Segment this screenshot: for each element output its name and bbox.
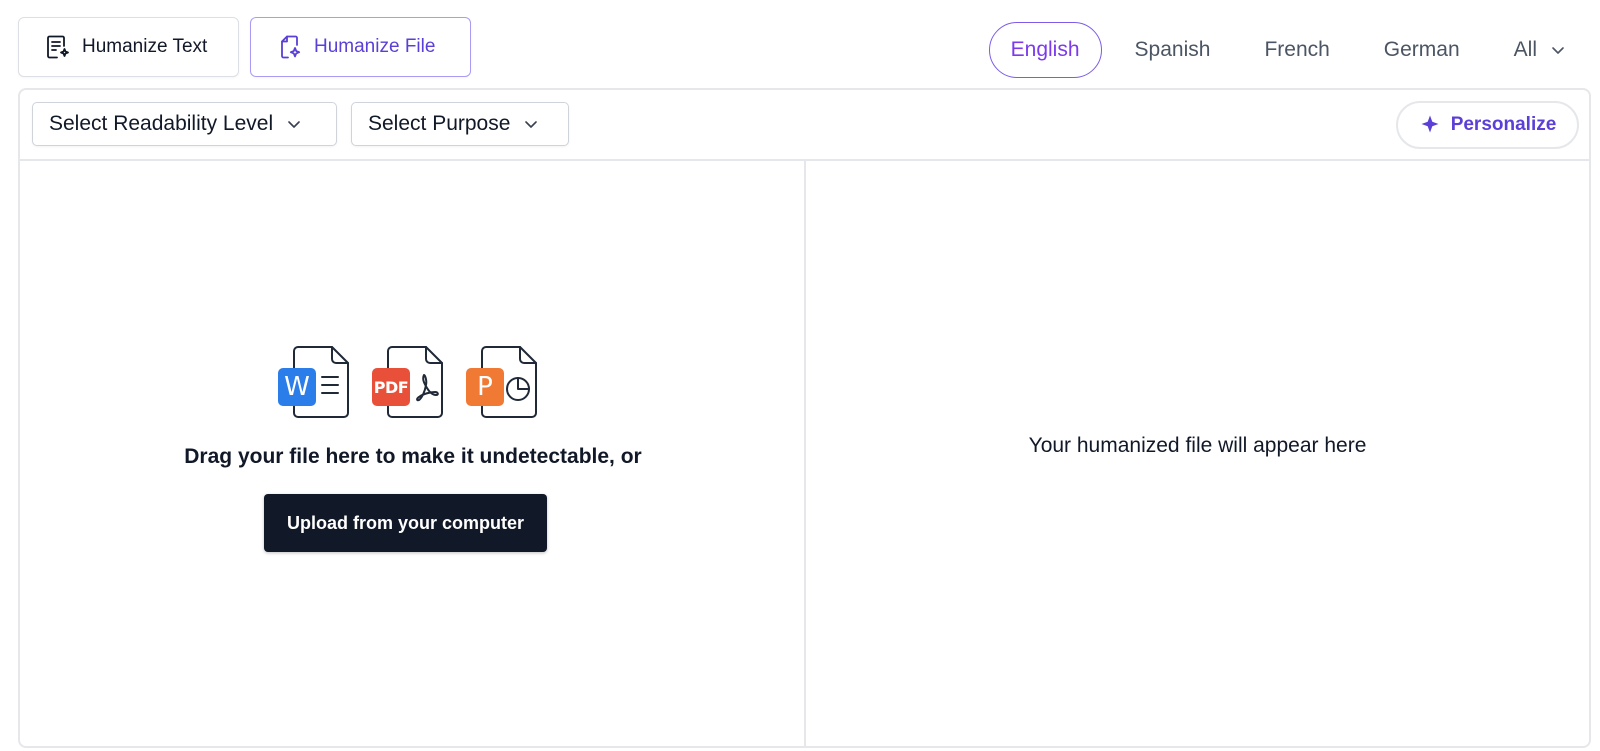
powerpoint-file-icon: P	[466, 345, 538, 419]
language-label: Spanish	[1134, 38, 1211, 61]
pdf-file-icon: PDF	[372, 345, 444, 419]
language-tab-english[interactable]: English	[988, 22, 1102, 78]
language-tab-french[interactable]: French	[1243, 22, 1350, 78]
output-placeholder: Your humanized file will appear here	[1028, 434, 1367, 457]
chevron-down-icon	[288, 121, 300, 128]
upload-dropzone[interactable]: W PDF P Drag your file here to make it u…	[20, 161, 806, 746]
readability-level-label: Select Readability Level	[49, 112, 274, 135]
language-label: French	[1264, 38, 1330, 61]
drag-instructions: Drag your file here to make it undetecta…	[184, 445, 642, 468]
humanize-text-label: Humanize Text	[82, 36, 208, 57]
purpose-label: Select Purpose	[368, 112, 511, 135]
content-area: W PDF P Drag your file here to make it u…	[20, 161, 1589, 746]
output-pane: Your humanized file will appear here	[806, 161, 1589, 746]
pdf-badge: PDF	[372, 368, 410, 406]
mode-tabs: Humanize Text Humanize File	[18, 17, 471, 77]
humanize-file-label: Humanize File	[314, 36, 436, 57]
language-dropdown-all[interactable]: All	[1493, 22, 1582, 78]
humanizer-panel: Select Readability Level Select Purpose …	[18, 88, 1591, 748]
sparkle-icon	[1421, 115, 1439, 133]
readability-level-select[interactable]: Select Readability Level	[32, 102, 337, 146]
word-file-icon: W	[278, 345, 350, 419]
humanize-text-tab[interactable]: Humanize Text	[18, 17, 239, 77]
word-badge: W	[278, 368, 316, 406]
purpose-select[interactable]: Select Purpose	[351, 102, 569, 146]
powerpoint-badge: P	[466, 368, 504, 406]
language-label: English	[1010, 38, 1080, 61]
humanize-file-tab[interactable]: Humanize File	[250, 17, 471, 77]
language-tab-german[interactable]: German	[1363, 22, 1481, 78]
document-sparkle-icon	[47, 35, 69, 59]
personalize-button[interactable]: Personalize	[1396, 101, 1579, 149]
personalize-label: Personalize	[1450, 114, 1557, 135]
chevron-down-icon	[1552, 47, 1564, 54]
language-all-label: All	[1513, 38, 1537, 61]
chevron-down-icon	[525, 121, 538, 128]
file-sparkle-icon	[281, 35, 301, 59]
language-tab-spanish[interactable]: Spanish	[1114, 22, 1232, 78]
upload-from-computer-button[interactable]: Upload from your computer	[264, 494, 547, 552]
options-toolbar: Select Readability Level Select Purpose …	[20, 90, 1589, 161]
supported-file-types: W PDF P	[278, 345, 538, 419]
language-tabs: English Spanish French German All	[977, 22, 1582, 78]
language-label: German	[1383, 38, 1460, 61]
